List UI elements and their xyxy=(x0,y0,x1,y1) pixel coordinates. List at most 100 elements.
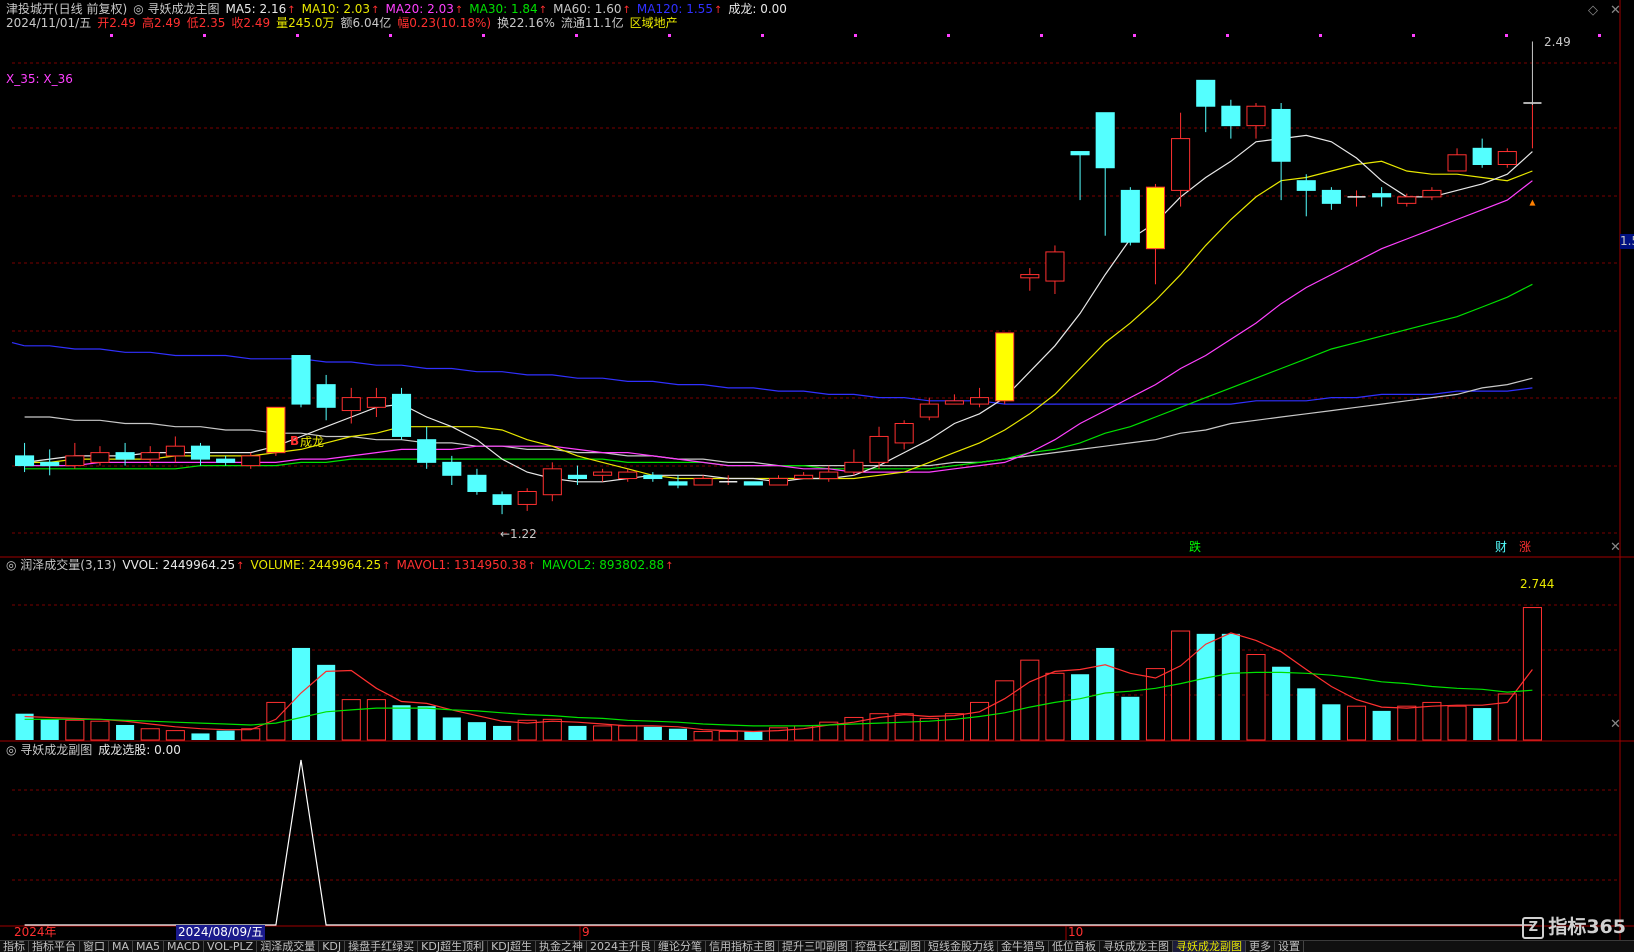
tab-8[interactable]: KDJ xyxy=(319,941,346,952)
ma120-lead xyxy=(11,341,25,347)
tab-23[interactable]: 更多 xyxy=(1246,941,1276,952)
top-marker xyxy=(761,34,764,37)
chart-canvas[interactable] xyxy=(0,0,1634,951)
header1-item-3: MA10: 2.03 xyxy=(301,2,371,16)
volume-bar xyxy=(1145,668,1166,741)
candle-body xyxy=(1472,147,1492,165)
candle-body xyxy=(919,403,939,418)
candle-body xyxy=(944,400,964,405)
tab-16[interactable]: 提升三叩副图 xyxy=(779,941,853,952)
volume-bar xyxy=(116,724,135,740)
candle-body xyxy=(1196,79,1216,107)
tab-11[interactable]: KDJ超生 xyxy=(488,941,537,952)
volume-bar xyxy=(1071,674,1090,740)
up-arrow-icon: ↑ xyxy=(371,5,380,16)
volume-bar xyxy=(493,725,512,740)
volume-bar xyxy=(1297,688,1316,740)
die-label: 跌 xyxy=(1189,540,1202,554)
candle-body xyxy=(1422,189,1442,198)
ma20-line xyxy=(24,180,1533,473)
candle-body xyxy=(1497,151,1517,166)
tab-19[interactable]: 金牛猎鸟 xyxy=(998,941,1050,952)
volume-bar xyxy=(1447,705,1467,741)
volume-bar xyxy=(593,725,613,741)
header2-item-5: 量245.0万 xyxy=(276,16,335,30)
top-marker xyxy=(668,34,671,37)
tab-21[interactable]: 寻妖成龙主图 xyxy=(1100,941,1174,952)
volume-bar xyxy=(366,699,386,741)
header1-item-0: 津投城开(日线 前复权) xyxy=(6,2,128,16)
volume-bar xyxy=(1397,705,1417,741)
tab-22[interactable]: 寻妖成龙副图 xyxy=(1173,941,1247,952)
up-arrow-icon: ↑ xyxy=(287,5,296,16)
tab-4[interactable]: MA5 xyxy=(133,941,165,952)
tab-13[interactable]: 2024主升良 xyxy=(587,941,656,952)
volume-bar xyxy=(216,730,235,740)
tab-7[interactable]: 润泽成交量 xyxy=(257,941,320,952)
up-arrow-icon: ↑ xyxy=(622,5,631,16)
candle-body xyxy=(442,461,462,476)
zhang-label: 涨 xyxy=(1519,540,1532,554)
volume-bar xyxy=(1020,659,1040,741)
candle-body xyxy=(366,397,386,408)
tab-18[interactable]: 短线金股力线 xyxy=(925,941,999,952)
candle-body xyxy=(1020,274,1040,279)
top-marker xyxy=(1412,34,1415,37)
tab-15[interactable]: 信用指标主图 xyxy=(706,941,780,952)
tab-1[interactable]: 指标平台 xyxy=(29,941,80,952)
high-price-label: 2.49 xyxy=(1544,35,1571,49)
tab-9[interactable]: 操盘手红绿买 xyxy=(345,941,419,952)
candle-body xyxy=(970,397,990,405)
header2-item-10: 区域地产 xyxy=(629,16,678,30)
up-arrow-icon: ↑ xyxy=(454,5,464,16)
candle-body xyxy=(467,474,487,492)
tab-0[interactable]: 指标 xyxy=(0,941,29,952)
tab-2[interactable]: 窗口 xyxy=(80,941,109,952)
close-icon-sub[interactable]: ✕ xyxy=(1610,717,1621,732)
volume-bar xyxy=(944,713,964,741)
tab-5[interactable]: MACD xyxy=(164,941,205,952)
volume-bar xyxy=(191,733,210,740)
tab-10[interactable]: KDJ超生顶利 xyxy=(418,941,489,952)
candle-body xyxy=(794,474,814,480)
volume-header-item-0: ◎ 润泽成交量(3,13) xyxy=(6,558,117,572)
top-marker xyxy=(1598,34,1601,37)
volume-bar xyxy=(995,680,1015,741)
tab-3[interactable]: MA xyxy=(109,941,134,952)
up-arrow-icon: ↑ xyxy=(382,561,391,572)
candle-body xyxy=(894,423,914,444)
volume-header: ◎ 润泽成交量(3,13) VVOL: 2449964.25↑ VOLUME: 24… xyxy=(6,558,680,574)
volume-bar xyxy=(467,722,486,740)
volume-header-item-2: VOLUME: 2449964.25 xyxy=(250,558,382,572)
close-icon-volume[interactable]: ✕ xyxy=(1610,540,1621,555)
header2-item-6: 额6.04亿 xyxy=(340,16,392,30)
candle-body xyxy=(341,397,361,412)
volume-bar xyxy=(668,728,688,740)
candle-body xyxy=(567,474,587,480)
close-icon[interactable]: ✕ xyxy=(1610,3,1621,18)
up-arrow-icon: ↑ xyxy=(665,561,674,572)
candle-body xyxy=(417,439,437,463)
window-diamond-icon[interactable]: ◇ xyxy=(1588,3,1598,18)
volume-header-item-1: VVOL: 2449964.25 xyxy=(122,558,236,572)
tab-20[interactable]: 低位首板 xyxy=(1049,941,1101,952)
tab-12[interactable]: 执金之神 xyxy=(536,941,588,952)
volume-bar xyxy=(568,725,587,740)
tab-17[interactable]: 控盘长红副图 xyxy=(852,941,926,952)
top-marker xyxy=(947,34,950,37)
volume-bar xyxy=(1372,710,1391,740)
volume-bar xyxy=(1121,696,1140,740)
tab-14[interactable]: 缠论分笔 xyxy=(655,941,707,952)
volume-bar xyxy=(442,717,461,740)
candle-body xyxy=(1271,108,1291,162)
ma120-line xyxy=(24,345,1533,405)
header2-item-0: 2024/11/01/五 xyxy=(6,16,92,30)
volume-bar xyxy=(417,706,436,740)
candle-body xyxy=(995,332,1015,402)
candle-body xyxy=(65,455,85,467)
tab-24[interactable]: 设置 xyxy=(1275,941,1305,952)
volume-bar xyxy=(1497,693,1517,741)
up-arrow-icon: ↑ xyxy=(236,561,245,572)
tab-6[interactable]: VOL-PLZ xyxy=(204,941,258,952)
volume-bar xyxy=(894,713,914,741)
